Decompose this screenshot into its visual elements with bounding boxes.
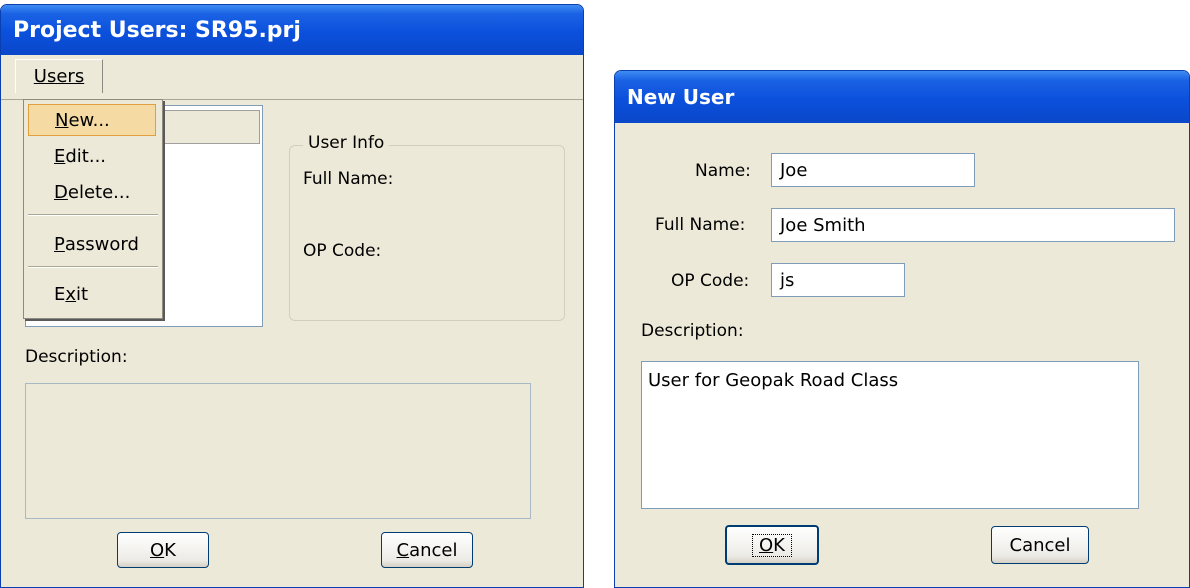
menu-item-new-mnemonic: N xyxy=(55,109,69,131)
menu-users-label: Users xyxy=(33,66,85,87)
menu-item-password-rest: assword xyxy=(64,233,139,255)
full-name-label: Full Name: xyxy=(303,169,394,189)
window-title: Project Users: SR95.prj xyxy=(13,17,301,43)
cancel-mnemonic: C xyxy=(396,539,410,561)
selected-list-item[interactable] xyxy=(152,110,260,144)
menu-users[interactable]: Users xyxy=(15,59,103,93)
full-name-label: Full Name: xyxy=(655,215,746,235)
user-info-group-label: User Info xyxy=(303,133,390,153)
menu-item-delete-mnemonic: D xyxy=(54,181,68,203)
ok-mnemonic: O xyxy=(759,534,774,556)
users-dropdown-menu: New... Edit... Delete... Password Ex it xyxy=(23,99,163,319)
ok-mnemonic: O xyxy=(150,539,165,561)
menu-item-password-mnemonic: P xyxy=(54,233,65,255)
menu-item-delete-rest: elete... xyxy=(67,181,131,203)
window-title: New User xyxy=(627,85,735,109)
name-field-value: Joe xyxy=(780,159,808,181)
description-textarea[interactable]: User for Geopak Road Class xyxy=(641,361,1139,509)
ok-button[interactable]: OK xyxy=(725,525,819,565)
op-code-field[interactable]: js xyxy=(771,263,905,297)
full-name-field[interactable]: Joe Smith xyxy=(771,208,1175,242)
description-label: Description: xyxy=(641,321,744,341)
menu-item-edit-rest: dit... xyxy=(65,145,107,167)
menu-item-new-rest: ew... xyxy=(68,109,110,131)
ok-button[interactable]: OK xyxy=(117,532,209,568)
description-box xyxy=(25,383,531,519)
full-name-field-value: Joe Smith xyxy=(780,214,866,236)
focus-rectangle: OK xyxy=(752,533,792,557)
cancel-button[interactable]: Cancel xyxy=(991,526,1089,564)
description-label: Description: xyxy=(25,347,128,367)
description-text: User for Geopak Road Class xyxy=(648,370,899,391)
menu-separator xyxy=(28,214,158,216)
menu-separator xyxy=(28,266,158,268)
menu-item-exit-mnemonic: x xyxy=(65,283,77,305)
op-code-label: OP Code: xyxy=(303,241,382,261)
cancel-rest: ancel xyxy=(409,539,458,561)
name-label: Name: xyxy=(695,161,751,181)
menu-item-exit[interactable]: Ex it xyxy=(28,278,156,310)
title-bar[interactable]: New User xyxy=(615,71,1189,123)
new-user-window: New User Name: Joe Full Name: Joe Smith … xyxy=(614,70,1190,588)
ok-rest: K xyxy=(164,539,176,561)
menu-item-password[interactable]: Password xyxy=(28,228,156,260)
title-bar[interactable]: Project Users: SR95.prj xyxy=(1,5,583,55)
menu-item-new[interactable]: New... xyxy=(28,104,156,136)
cancel-label: Cancel xyxy=(1009,534,1071,556)
menu-item-exit-pre: E xyxy=(54,283,66,305)
menu-item-exit-rest: it xyxy=(76,283,89,305)
name-field[interactable]: Joe xyxy=(771,153,975,187)
menu-item-edit-mnemonic: E xyxy=(54,145,66,167)
op-code-label: OP Code: xyxy=(671,271,750,291)
project-users-window: Project Users: SR95.prj Users User Info … xyxy=(0,4,584,588)
menu-bar: Users xyxy=(1,55,583,100)
ok-rest: K xyxy=(773,534,785,556)
menu-item-edit[interactable]: Edit... xyxy=(28,140,156,172)
cancel-button[interactable]: Cancel xyxy=(381,532,473,568)
op-code-field-value: js xyxy=(780,269,795,291)
menu-item-delete[interactable]: Delete... xyxy=(28,176,156,208)
